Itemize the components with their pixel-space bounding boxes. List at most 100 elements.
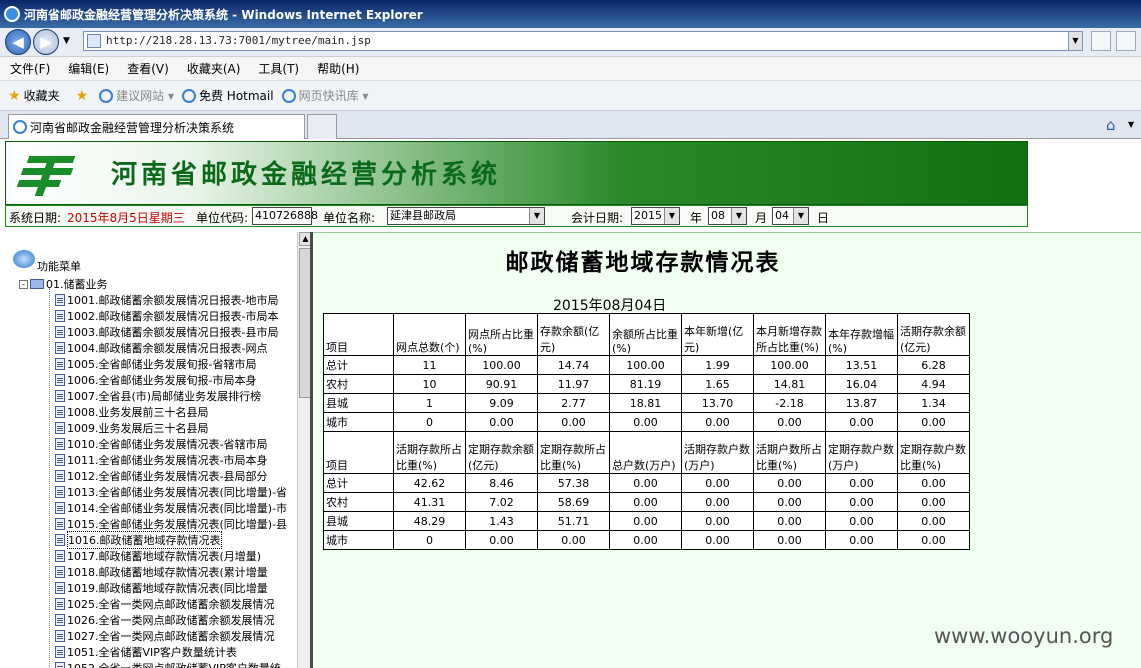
tree-item[interactable]: 1001.邮政储蓄余额发展情况日报表-地市局 xyxy=(55,292,278,308)
tree-item[interactable]: 1014.全省邮储业务发展情况表(同比增量)-市 xyxy=(55,500,287,516)
tree-item[interactable]: 1019.邮政储蓄地域存款情况表(同比增量 xyxy=(55,580,268,596)
table-cell: 0.00 xyxy=(753,412,826,432)
table-cell: 81.19 xyxy=(609,374,682,394)
tree-item[interactable]: 1002.邮政储蓄余额发展情况日报表-市局本 xyxy=(55,308,278,324)
report-title: 邮政储蓄地域存款情况表 xyxy=(505,249,781,276)
table-cell: 13.51 xyxy=(825,355,898,375)
menu-edit[interactable]: 编辑(E) xyxy=(68,60,109,77)
table-cell: 18.81 xyxy=(609,393,682,413)
table-cell: 0.00 xyxy=(609,511,682,531)
table-cell: 总计 xyxy=(323,473,394,493)
tree-item[interactable]: 1027.全省一类网点邮政储蓄余额发展情况 xyxy=(55,628,275,644)
add-favorite-icon[interactable]: ★ xyxy=(76,88,92,104)
table-cell: 100.00 xyxy=(753,355,826,375)
tree-item[interactable]: 1012.全省邮储业务发展情况表-县局部分 xyxy=(55,468,267,484)
table-row: 城市 0 0.00 0.00 0.00 0.00 0.00 0.00 0.00 xyxy=(323,530,970,550)
table-cell: 57.38 xyxy=(537,473,610,493)
history-dropdown-icon[interactable]: ▼ xyxy=(63,36,70,46)
table-cell: 1.65 xyxy=(681,374,754,394)
table-header-cell: 活期户数所占比重(%) xyxy=(753,431,826,474)
home-dropdown-icon[interactable]: ▼ xyxy=(1128,120,1134,129)
menu-tools[interactable]: 工具(T) xyxy=(258,60,299,77)
tree-item[interactable]: 1009.业务发展后三十名县局 xyxy=(55,420,209,436)
tree-item[interactable]: 1051.全省储蓄VIP客户数量统计表 xyxy=(55,644,237,660)
table-header-cell: 定期存款余额(亿元) xyxy=(465,431,538,474)
unit-name-select[interactable]: 延津县邮政局 ▼ xyxy=(387,207,545,225)
day-select[interactable]: 04 ▼ xyxy=(772,207,809,225)
home-icon[interactable]: ⌂ xyxy=(1106,116,1116,134)
tree-root[interactable]: 功能菜单 xyxy=(13,250,81,274)
tab-active[interactable]: 河南省邮政金融经营管理分析决策系统 xyxy=(8,114,305,139)
ie-logo-icon xyxy=(4,6,20,22)
tree-item[interactable]: 1018.邮政储蓄地域存款情况表(累计增量 xyxy=(55,564,268,580)
ie-icon xyxy=(99,88,114,103)
table-header-cell: 活期存款余额(亿元) xyxy=(897,313,970,356)
month-select[interactable]: 08 ▼ xyxy=(708,207,747,225)
table-cell: 0.00 xyxy=(825,530,898,550)
table-header-cell: 本年存款增幅(%) xyxy=(825,313,898,356)
tree-item[interactable]: 1026.全省一类网点邮政储蓄余额发展情况 xyxy=(55,612,275,628)
table-row: 城市 0 0.00 0.00 0.00 0.00 0.00 0.00 0.00 xyxy=(323,412,970,432)
menu-view[interactable]: 查看(V) xyxy=(127,60,169,77)
info-bar: 系统日期: 2015年8月5日星期三 单位代码: 410726888 单位名称:… xyxy=(5,205,1028,227)
table-cell: 0 xyxy=(393,412,466,432)
table-cell: 0.00 xyxy=(897,492,970,512)
ie-icon xyxy=(181,88,196,103)
menu-favorites[interactable]: 收藏夹(A) xyxy=(187,60,241,77)
tree-item[interactable]: 1025.全省一类网点邮政储蓄余额发展情况 xyxy=(55,596,275,612)
table-cell: 0.00 xyxy=(897,473,970,493)
left-nav-pane: 功能菜单 -01.储蓄业务 1001.邮政储蓄余额发展情况日报表-地市局 1002.邮… xyxy=(5,232,313,668)
table-cell: 0.00 xyxy=(681,492,754,512)
tree-item[interactable]: 1004.邮政储蓄余额发展情况日报表-网点 xyxy=(55,340,267,356)
address-dropdown-icon[interactable]: ▼ xyxy=(1068,31,1083,51)
document-icon xyxy=(55,470,65,482)
fav-suggested-sites[interactable]: 建议网站 ▾ xyxy=(99,87,174,104)
window-title: 河南省邮政金融经营管理分析决策系统 - Windows Internet Exp… xyxy=(24,7,423,22)
document-icon xyxy=(55,454,65,466)
table-header-cell: 存款余额(亿元) xyxy=(537,313,610,356)
compatibility-view-icon[interactable] xyxy=(1091,31,1111,51)
document-icon xyxy=(55,358,65,370)
menu-file[interactable]: 文件(F) xyxy=(10,60,50,77)
fav-web-slice[interactable]: 网页快讯库 ▾ xyxy=(281,87,368,104)
back-button[interactable]: ◀ xyxy=(5,29,31,55)
favorites-button[interactable]: ★ 收藏夹 xyxy=(8,87,60,104)
new-tab-button[interactable] xyxy=(307,114,337,139)
menu-help[interactable]: 帮助(H) xyxy=(317,60,359,77)
window-titlebar: 河南省邮政金融经营管理分析决策系统 - Windows Internet Exp… xyxy=(0,0,1141,28)
document-icon xyxy=(55,406,65,418)
tree-folder-savings[interactable]: -01.储蓄业务 xyxy=(19,276,108,292)
table-cell: 0.00 xyxy=(825,492,898,512)
document-icon xyxy=(55,502,65,514)
forward-button[interactable]: ▶ xyxy=(33,29,59,55)
tree-item[interactable]: 1006.全省邮储业务发展旬报-市局本身 xyxy=(55,372,256,388)
tree-item[interactable]: 1005.全省邮储业务发展旬报-省辖市局 xyxy=(55,356,256,372)
tree-item[interactable]: 1013.全省邮储业务发展情况表(同比增量)-省 xyxy=(55,484,287,500)
favorites-bar: ★ 收藏夹 ★ 建议网站 ▾ 免费 Hotmail 网页快讯库 ▾ xyxy=(0,81,1141,111)
table-cell: 0.00 xyxy=(609,473,682,493)
table-row: 县城 48.29 1.43 51.71 0.00 0.00 0.00 0.00 0.00 xyxy=(323,511,970,531)
tree-item[interactable]: 1007.全省县(市)局邮储业务发展排行榜 xyxy=(55,388,261,404)
tree-item[interactable]: 1011.全省邮储业务发展情况表-市局本身 xyxy=(55,452,267,468)
table-header-cell: 余额所占比重(%) xyxy=(609,313,682,356)
unit-code-input[interactable]: 410726888 xyxy=(252,207,318,225)
table-cell: 90.91 xyxy=(465,374,538,394)
table-row: 县城 1 9.09 2.77 18.81 13.70 -2.18 13.87 1.34 xyxy=(323,393,970,413)
acct-date-label: 会计日期: xyxy=(571,211,624,225)
address-input[interactable]: http://218.28.13.73:7001/mytree/main.jsp xyxy=(83,31,1083,51)
tree-item[interactable]: 1015.全省邮储业务发展情况表(同比增量)-县 xyxy=(55,516,287,532)
table-cell: 农村 xyxy=(323,374,394,394)
document-icon xyxy=(55,614,65,626)
tree-item[interactable]: 1017.邮政储蓄地域存款情况表(月增量) xyxy=(55,548,261,564)
tree-item[interactable]: 1008.业务发展前三十名县局 xyxy=(55,404,209,420)
table-cell: 1.34 xyxy=(897,393,970,413)
tree-item[interactable]: 1010.全省邮储业务发展情况表-省辖市局 xyxy=(55,436,267,452)
table-cell: 0.00 xyxy=(753,492,826,512)
tree-item[interactable]: 1052.全省一类网点邮政储蓄VIP客户数量统 xyxy=(55,660,281,668)
tree-item[interactable]: 1003.邮政储蓄余额发展情况日报表-县市局 xyxy=(55,324,278,340)
refresh-icon[interactable] xyxy=(1116,31,1136,51)
year-select[interactable]: 2015 ▼ xyxy=(631,207,680,225)
ie-icon xyxy=(281,88,296,103)
tree-item[interactable]: 1016.邮政储蓄地域存款情况表 xyxy=(55,531,222,549)
fav-hotmail[interactable]: 免费 Hotmail xyxy=(181,87,274,104)
